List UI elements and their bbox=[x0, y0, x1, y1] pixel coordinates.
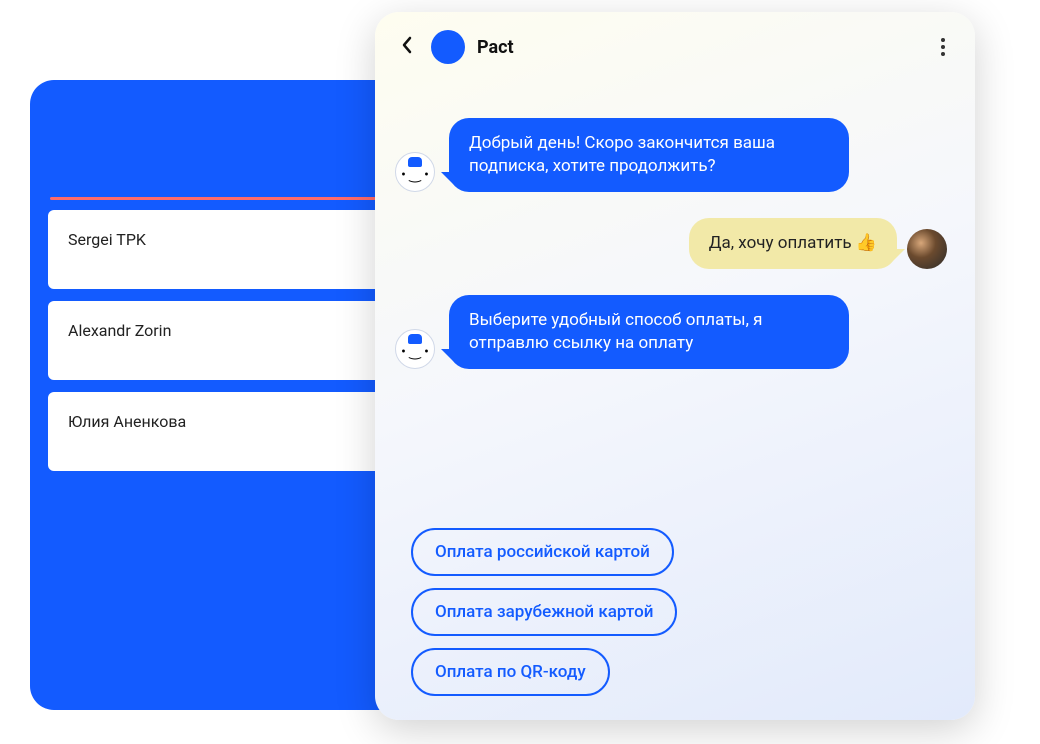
more-dots-icon bbox=[941, 38, 945, 42]
bot-message-bubble: Добрый день! Скоро закончится ваша подпи… bbox=[449, 118, 849, 192]
quick-reply-label: Оплата зарубежной картой bbox=[435, 602, 653, 622]
message-text: Да, хочу оплатить 👍 bbox=[709, 233, 877, 253]
quick-reply-button[interactable]: Оплата по QR-коду bbox=[411, 648, 610, 696]
crm-deal-name: Sergei TPK bbox=[68, 230, 146, 249]
chevron-left-icon bbox=[401, 36, 413, 54]
more-dots-icon bbox=[941, 45, 945, 49]
bot-avatar-icon: • ‿ • bbox=[395, 329, 435, 369]
chat-avatar-icon bbox=[431, 30, 465, 64]
message-row: Да, хочу оплатить 👍 bbox=[395, 218, 947, 269]
quick-reply-label: Оплата по QR-коду bbox=[435, 662, 586, 682]
chat-window: Pact • ‿ • Добрый день! Скоро закончится… bbox=[375, 12, 975, 720]
message-row: • ‿ • Выберите удобный способ оплаты, я … bbox=[395, 295, 947, 369]
chat-messages: • ‿ • Добрый день! Скоро закончится ваша… bbox=[375, 78, 975, 524]
more-dots-icon bbox=[941, 52, 945, 56]
chat-header: Pact bbox=[375, 12, 975, 78]
crm-deal-name: Юлия Аненкова bbox=[68, 412, 186, 431]
quick-reply-button[interactable]: Оплата российской картой bbox=[411, 528, 674, 576]
message-row: • ‿ • Добрый день! Скоро закончится ваша… bbox=[395, 118, 947, 192]
chat-title: Pact bbox=[477, 37, 931, 58]
crm-deal-name: Alexandr Zorin bbox=[68, 321, 171, 340]
bot-message-bubble: Выберите удобный способ оплаты, я отправ… bbox=[449, 295, 849, 369]
more-menu-button[interactable] bbox=[931, 35, 955, 59]
bot-avatar-icon: • ‿ • bbox=[395, 152, 435, 192]
user-message-bubble: Да, хочу оплатить 👍 bbox=[689, 218, 897, 269]
quick-reply-button[interactable]: Оплата зарубежной картой bbox=[411, 588, 677, 636]
message-text: Добрый день! Скоро закончится ваша подпи… bbox=[469, 133, 775, 176]
quick-reply-label: Оплата российской картой bbox=[435, 542, 650, 562]
message-text: Выберите удобный способ оплаты, я отправ… bbox=[469, 310, 762, 353]
quick-replies: Оплата российской картой Оплата зарубежн… bbox=[375, 524, 975, 720]
back-button[interactable] bbox=[395, 31, 419, 64]
user-avatar-icon bbox=[907, 229, 947, 269]
